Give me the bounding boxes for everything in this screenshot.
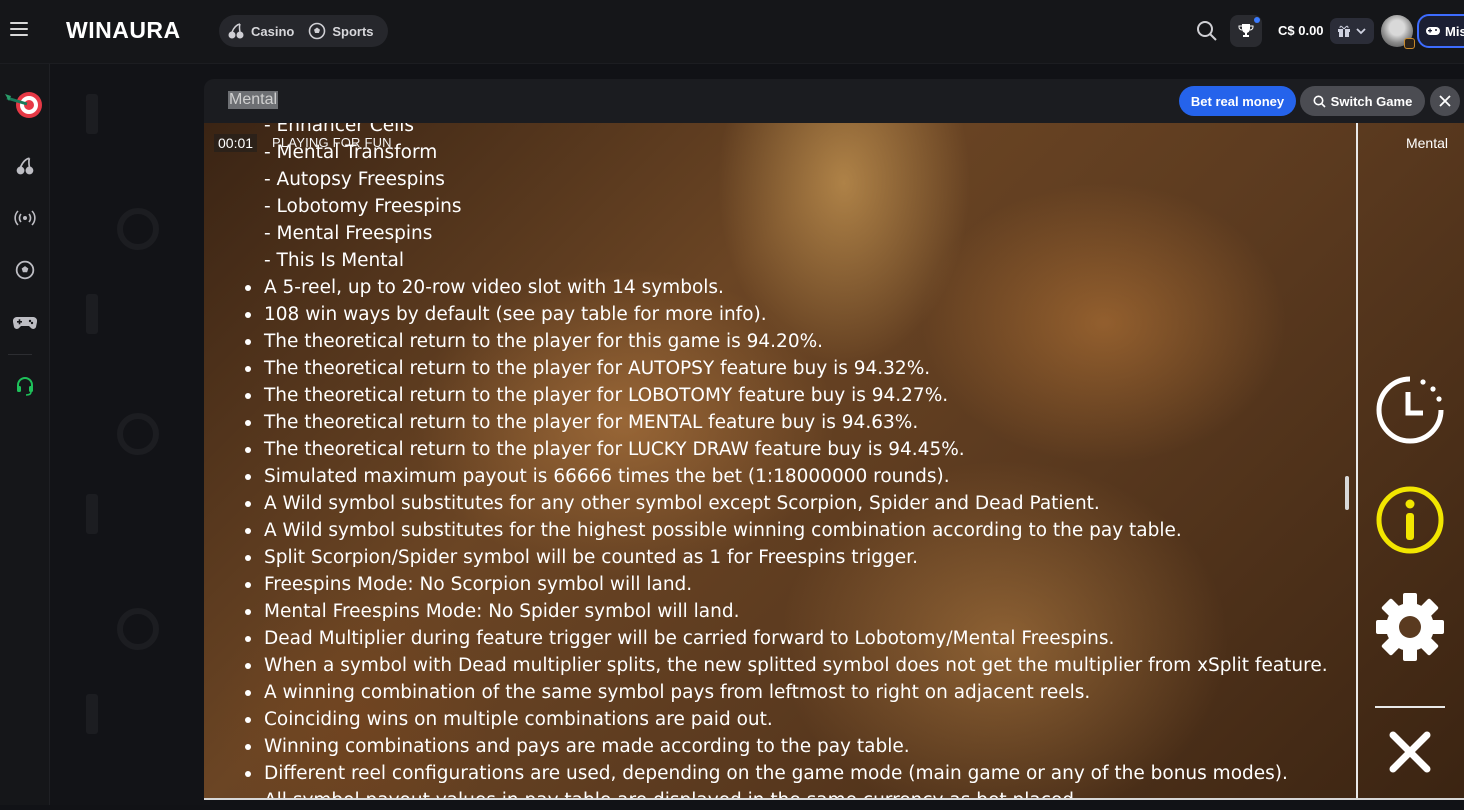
- info-button[interactable]: [1375, 485, 1445, 555]
- rules-list-item: Mental Freespins Mode: No Spider symbol …: [244, 598, 1344, 625]
- notification-dot: [1254, 17, 1260, 23]
- missions-button[interactable]: Mis: [1417, 14, 1464, 48]
- rules-list-item: A Wild symbol substitutes for the highes…: [244, 517, 1344, 544]
- feature-list-item: - Mental Freespins: [264, 223, 433, 244]
- history-button[interactable]: [1375, 375, 1445, 445]
- sidebar-divider: [8, 354, 32, 355]
- close-rules-button[interactable]: [1375, 730, 1445, 774]
- darts-target-icon: [5, 92, 42, 118]
- rules-list-item: A winning combination of the same symbol…: [244, 679, 1344, 706]
- game-rules-text: - Enhancer Cells - Mental Transform - Auto…: [244, 123, 1344, 800]
- close-x-icon: [1389, 731, 1431, 773]
- settings-button[interactable]: [1375, 592, 1445, 662]
- rules-list-item: When a symbol with Dead multiplier split…: [244, 652, 1344, 679]
- feature-list-item: - Mental Transform: [264, 142, 438, 163]
- switch-game-label: Switch Game: [1330, 93, 1413, 109]
- cherries-icon: [16, 157, 34, 175]
- sidebar: [0, 64, 50, 805]
- feature-list-item: - This Is Mental: [264, 250, 405, 271]
- sidebar-item-promotions[interactable]: [0, 88, 50, 122]
- top-bar: WINAURA Casino Sports C$ 0.00 Mis: [0, 0, 1464, 64]
- rules-list-item: A Wild symbol substitutes for any other …: [244, 490, 1344, 517]
- rules-list-item: The theoretical return to the player for…: [244, 409, 1344, 436]
- nav-sports[interactable]: Sports: [308, 22, 374, 40]
- missions-label: Mis: [1445, 23, 1464, 39]
- feature-list-item: - Lobotomy Freespins: [264, 196, 462, 217]
- gamepad-icon: [1426, 27, 1440, 35]
- rules-list-item: Split Scorpion/Spider symbol will be cou…: [244, 544, 1344, 571]
- sidebar-item-support[interactable]: [0, 376, 50, 396]
- feature-list-item: - Enhancer Cells: [264, 123, 415, 136]
- rules-list-item: Dead Multiplier during feature trigger w…: [244, 625, 1344, 652]
- play-mode-label: PLAYING FOR FUN: [272, 135, 392, 150]
- nav-sports-label: Sports: [332, 23, 374, 39]
- live-broadcast-icon: [14, 210, 36, 226]
- rules-list-item: A 5-reel, up to 20-row video slot with 1…: [244, 274, 1344, 301]
- search-icon: [1313, 95, 1326, 108]
- rules-list-item: The theoretical return to the player for…: [244, 382, 1344, 409]
- rules-list-item: Simulated maximum payout is 66666 times …: [244, 463, 1344, 490]
- rules-list-item: Freespins Mode: No Scorpion symbol will …: [244, 571, 1344, 598]
- rules-list: A 5-reel, up to 20-row video slot with 1…: [244, 274, 1344, 800]
- main-nav: Casino Sports: [219, 15, 388, 47]
- close-icon: [1439, 95, 1451, 107]
- game-bottom-border: [204, 798, 1464, 800]
- chevron-down-icon: [1356, 28, 1366, 35]
- level-badge-icon: [1404, 38, 1415, 49]
- rules-list-item: The theoretical return to the player for…: [244, 355, 1344, 382]
- game-frame[interactable]: - Enhancer Cells - Mental Transform - Auto…: [204, 123, 1464, 800]
- game-title: Mental: [228, 91, 279, 109]
- soccer-ball-icon: [309, 22, 326, 40]
- feature-list-item: - Autopsy Freespins: [264, 169, 445, 190]
- rules-list-item: The theoretical return to the player for…: [244, 328, 1344, 355]
- sidebar-item-sports[interactable]: [0, 260, 50, 280]
- nav-casino-label: Casino: [251, 23, 295, 39]
- rules-list-item: 108 win ways by default (see pay table f…: [244, 301, 1344, 328]
- site-logo[interactable]: WINAURA: [66, 17, 181, 44]
- wallet-dropdown[interactable]: [1330, 18, 1374, 44]
- balance-amount[interactable]: C$ 0.00: [1278, 23, 1324, 38]
- close-game-button[interactable]: [1430, 86, 1460, 116]
- game-side-controls: [1369, 123, 1464, 800]
- avatar[interactable]: [1381, 15, 1415, 49]
- trophy-icon: [1238, 24, 1254, 37]
- switch-game-button[interactable]: Switch Game: [1300, 86, 1425, 116]
- sidebar-item-casino[interactable]: [0, 156, 50, 176]
- settings-gear-icon: [1376, 593, 1444, 661]
- game-panel-divider: [1356, 123, 1358, 800]
- sidebar-item-live[interactable]: [0, 208, 50, 228]
- rules-list-item: Different reel configurations are used, …: [244, 760, 1344, 787]
- trophy-button[interactable]: [1230, 15, 1262, 47]
- headset-support-icon: [17, 377, 33, 396]
- gift-icon: [1338, 25, 1350, 37]
- menu-icon[interactable]: [10, 22, 28, 36]
- info-icon: [1376, 486, 1444, 554]
- soccer-ball-icon: [15, 260, 35, 280]
- rules-list-item: The theoretical return to the player for…: [244, 436, 1344, 463]
- rules-list-item: Coinciding wins on multiple combinations…: [244, 706, 1344, 733]
- bet-real-money-button[interactable]: Bet real money: [1179, 86, 1296, 116]
- gamepad-icon: [13, 316, 37, 329]
- cherries-icon: [228, 23, 244, 39]
- sidebar-item-games[interactable]: [0, 313, 50, 331]
- controls-divider: [1375, 706, 1445, 708]
- session-timer: 00:01: [214, 134, 258, 152]
- feature-list: - Enhancer Cells - Mental Transform - Auto…: [244, 123, 1344, 274]
- game-header: Mental Bet real money Switch Game: [204, 79, 1464, 123]
- page-background: [50, 64, 210, 805]
- history-clock-icon: [1376, 376, 1444, 444]
- decor-ghost-icons: [86, 94, 159, 734]
- rules-scrollbar[interactable]: [1345, 476, 1349, 510]
- search-icon[interactable]: [1196, 20, 1218, 42]
- nav-casino[interactable]: Casino: [227, 22, 294, 40]
- rules-list-item: Winning combinations and pays are made a…: [244, 733, 1344, 760]
